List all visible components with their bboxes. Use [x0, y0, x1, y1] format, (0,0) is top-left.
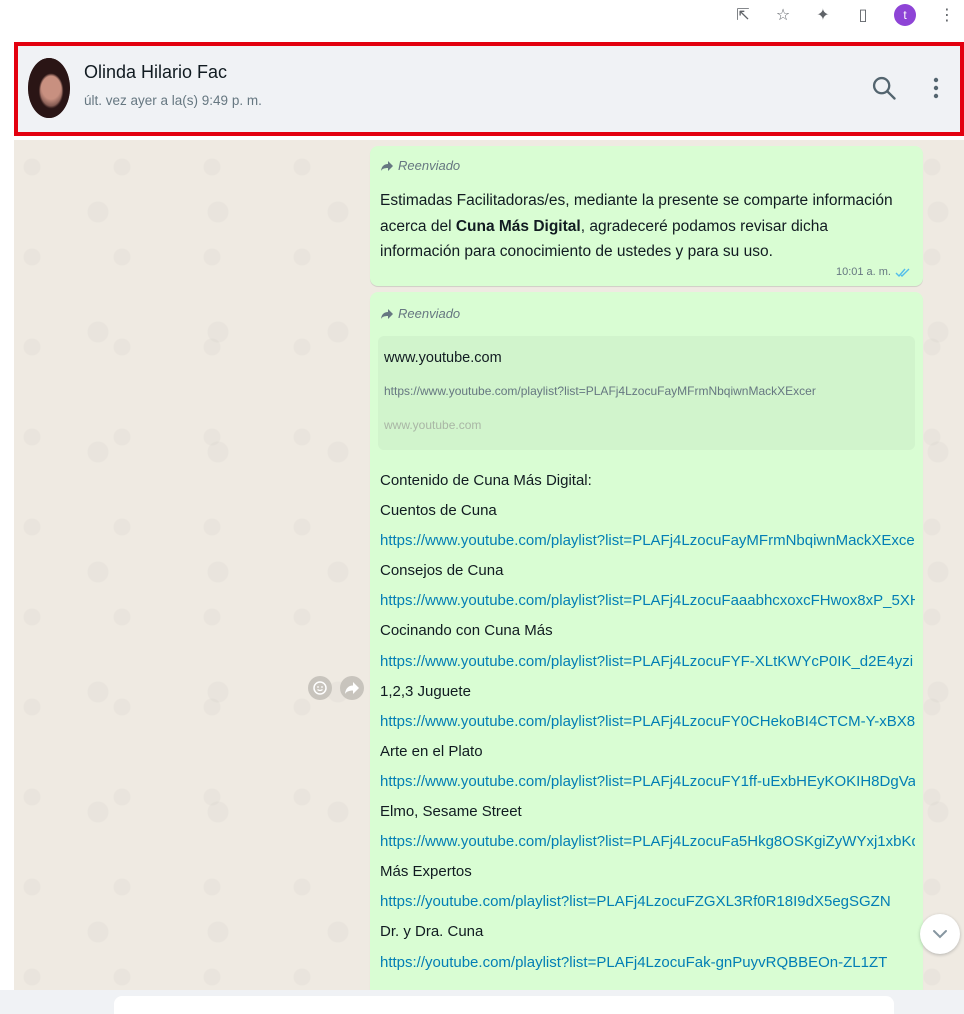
playlist-link[interactable]: https://youtube.com/playlist?list=PLAFj4… [380, 948, 915, 978]
forward-arrow-icon [381, 308, 393, 319]
forwarded-label: Reenviado [380, 158, 460, 173]
content-line: Elmo, Sesame Street [380, 803, 522, 821]
read-receipt-icon [895, 268, 910, 277]
profile-icon[interactable]: t [894, 4, 916, 26]
content-line: Más Expertos [380, 863, 472, 881]
playlist-link[interactable]: https://www.youtube.com/playlist?list=PL… [380, 767, 915, 797]
forward-arrow-icon [381, 160, 393, 171]
content-line: 1,2,3 Juguete [380, 682, 471, 700]
last-seen-status: últ. vez ayer a la(s) 9:49 p. m. [84, 93, 262, 108]
browser-toolbar-icons: ⇱ ☆ ✦ ▯ t ⋮ [734, 2, 956, 28]
playlist-link[interactable]: https://www.youtube.com/playlist?list=PL… [380, 707, 915, 737]
link-preview-domain: www.youtube.com [384, 418, 482, 432]
search-icon[interactable] [870, 74, 898, 102]
message-bubble[interactable]: Reenviado Estimadas Facilitadoras/es, me… [370, 146, 923, 286]
content-line: Cocinando con Cuna Más [380, 622, 553, 640]
content-line: Cuentos de Cuna [380, 502, 497, 520]
playlist-link[interactable]: https://www.youtube.com/playlist?list=PL… [380, 586, 915, 616]
link-preview-title: www.youtube.com [384, 350, 502, 366]
playlist-link[interactable]: https://www.youtube.com/playlist?list=PL… [380, 647, 915, 677]
forwarded-text: Reenviado [398, 158, 461, 173]
message-bold-text: Cuna Más Digital [455, 217, 581, 235]
menu-icon[interactable] [926, 72, 946, 104]
message-input[interactable] [114, 996, 894, 1014]
forward-icon [345, 682, 359, 694]
more-icon[interactable]: ⋮ [938, 6, 956, 24]
avatar[interactable] [28, 58, 70, 118]
link-preview-url: https://www.youtube.com/playlist?list=PL… [384, 384, 816, 398]
message-timestamp: 10:01 a. m. [836, 266, 911, 278]
browser-toolbar: ⇱ ☆ ✦ ▯ t ⋮ [0, 0, 964, 38]
star-icon[interactable]: ☆ [774, 6, 792, 24]
content-line: Dr. y Dra. Cuna [380, 923, 484, 941]
message-text: Estimadas Facilitadoras/es, mediante la … [380, 192, 893, 260]
playlist-link[interactable]: https://youtube.com/playlist?list=PLAFj4… [380, 887, 915, 917]
chevron-down-icon [933, 930, 947, 939]
emoji-reaction-button[interactable] [308, 676, 332, 700]
chat-header[interactable]: Olinda Hilario Fac últ. vez ayer a la(s)… [14, 42, 964, 136]
sidepanel-icon[interactable]: ▯ [854, 6, 872, 24]
scroll-to-bottom-button[interactable] [920, 914, 960, 954]
contact-name[interactable]: Olinda Hilario Fac [84, 62, 227, 83]
message-content-list: Contenido de Cuna Más Digital: Cuentos de… [380, 466, 915, 978]
forwarded-text: Reenviado [398, 306, 461, 321]
content-line: Contenido de Cuna Más Digital: [380, 472, 592, 489]
message-bubble[interactable]: Reenviado www.youtube.com https://www.yo… [370, 292, 923, 990]
playlist-link[interactable]: https://www.youtube.com/playlist?list=PL… [380, 827, 915, 857]
content-line: Consejos de Cuna [380, 562, 504, 580]
content-line: Arte en el Plato [380, 742, 483, 760]
forward-message-button[interactable] [340, 676, 364, 700]
share-icon[interactable]: ⇱ [734, 6, 752, 24]
extensions-icon[interactable]: ✦ [814, 6, 832, 24]
emoji-icon [313, 681, 327, 695]
playlist-link[interactable]: https://www.youtube.com/playlist?list=PL… [380, 526, 915, 556]
forwarded-label: Reenviado [380, 306, 460, 321]
chat-area[interactable]: Reenviado Estimadas Facilitadoras/es, me… [14, 140, 964, 990]
link-preview[interactable]: www.youtube.com https://www.youtube.com/… [378, 336, 915, 450]
composer-bar [0, 990, 964, 1014]
